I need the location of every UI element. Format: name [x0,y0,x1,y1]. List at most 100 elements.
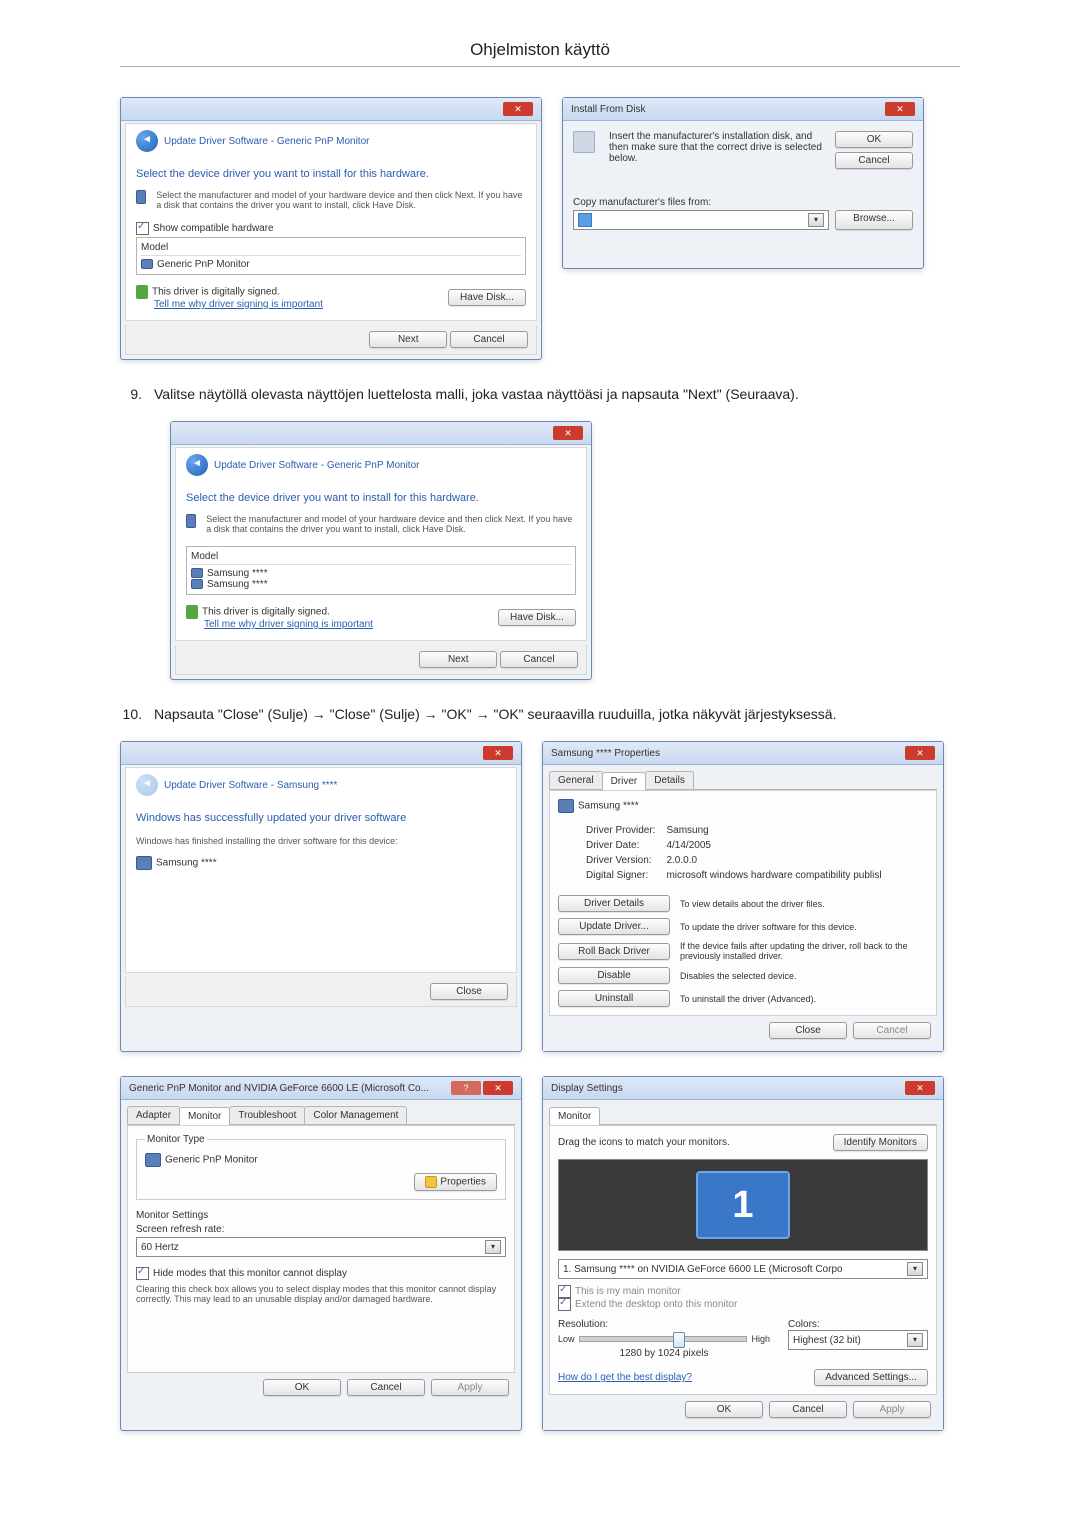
label: Driver Provider: [586,823,665,838]
chevron-down-icon[interactable]: ▾ [808,213,824,227]
close-button[interactable]: Close [769,1022,847,1039]
help-icon[interactable]: ? [451,1081,481,1095]
driver-properties-dialog: Samsung **** Properties✕ General Driver … [542,741,944,1052]
list-item[interactable]: Samsung **** [207,568,268,579]
install-from-disk-dialog: Install From Disk ✕ Insert the manufactur… [562,97,924,269]
identify-button[interactable]: Identify Monitors [833,1134,928,1151]
cancel-button[interactable]: Cancel [769,1401,847,1418]
advanced-button[interactable]: Advanced Settings... [814,1369,928,1386]
chevron-down-icon[interactable]: ▾ [907,1333,923,1347]
close-icon[interactable]: ✕ [503,102,533,116]
monitor-select[interactable]: 1. Samsung **** on NVIDIA GeForce 6600 L… [558,1259,928,1279]
cancel-button[interactable]: Cancel [500,651,578,668]
next-button[interactable]: Next [369,331,447,348]
signing-link[interactable]: Tell me why driver signing is important [154,299,323,310]
path-select[interactable]: ▾ [573,210,829,230]
step-number: 9. [120,384,142,405]
model-list[interactable]: Model Generic PnP Monitor [136,237,526,275]
next-button[interactable]: Next [419,651,497,668]
list-item[interactable]: Samsung **** [207,579,268,590]
extend-checkbox [558,1298,571,1311]
tab-details[interactable]: Details [645,771,694,789]
tab-adapter[interactable]: Adapter [127,1106,180,1124]
monitor-icon-1[interactable]: 1 [696,1171,790,1239]
install-instruction: Insert the manufacturer's installation d… [609,131,827,169]
back-icon[interactable] [136,130,158,152]
tab-color-management[interactable]: Color Management [304,1106,407,1124]
copy-label: Copy manufacturer's files from: [573,197,913,208]
slider-thumb[interactable] [673,1332,685,1348]
close-icon[interactable]: ✕ [483,746,513,760]
shield-icon [425,1176,437,1188]
tab-general[interactable]: General [549,771,603,789]
folder-icon [578,213,592,227]
chevron-down-icon[interactable]: ▾ [485,1240,501,1254]
main-monitor-label: This is my main monitor [575,1286,681,1297]
back-icon [136,774,158,796]
ok-button[interactable]: OK [685,1401,763,1418]
colors-label: Colors: [788,1319,928,1330]
hide-modes-checkbox[interactable] [136,1267,149,1280]
signing-link[interactable]: Tell me why driver signing is important [204,619,373,630]
ok-button[interactable]: OK [263,1379,341,1396]
close-icon[interactable]: ✕ [905,1081,935,1095]
close-icon[interactable]: ✕ [885,102,915,116]
monitor-icon [186,514,196,528]
apply-button: Apply [431,1379,509,1396]
update-driver-button[interactable]: Update Driver... [558,918,670,935]
update-driver-dialog-1: ✕ Update Driver Software - Generic PnP M… [120,97,542,360]
monitor-icon [136,856,152,870]
compatible-checkbox[interactable] [136,222,149,235]
breadcrumb: Update Driver Software - Generic PnP Mon… [214,460,419,471]
help-link[interactable]: How do I get the best display? [558,1372,692,1383]
list-item[interactable]: Generic PnP Monitor [157,259,250,270]
compatible-label: Show compatible hardware [153,223,274,234]
dialog-instruction: Select the manufacturer and model of you… [206,514,576,534]
properties-button[interactable]: Properties [414,1173,497,1191]
rollback-button[interactable]: Roll Back Driver [558,943,670,960]
tab-monitor[interactable]: Monitor [549,1107,600,1125]
cancel-button: Cancel [853,1022,931,1039]
colors-select[interactable]: Highest (32 bit)▾ [788,1330,928,1350]
chevron-down-icon[interactable]: ▾ [907,1262,923,1276]
value: Samsung [665,823,882,838]
dialog-title: Install From Disk [571,104,645,115]
close-icon[interactable]: ✕ [905,746,935,760]
ok-button[interactable]: OK [835,131,913,148]
model-list[interactable]: Model Samsung **** Samsung **** [186,546,576,595]
have-disk-button[interactable]: Have Disk... [448,289,526,306]
tab-troubleshoot[interactable]: Troubleshoot [229,1106,305,1124]
uninstall-button[interactable]: Uninstall [558,990,670,1007]
desc: Disables the selected device. [680,971,797,981]
close-icon[interactable]: ✕ [483,1081,513,1095]
tab-monitor[interactable]: Monitor [179,1107,230,1125]
back-icon[interactable] [186,454,208,476]
desc: If the device fails after updating the d… [680,941,928,961]
monitor-icon [141,259,153,269]
have-disk-button[interactable]: Have Disk... [498,609,576,626]
monitor-icon [145,1153,161,1167]
tab-driver[interactable]: Driver [602,772,647,790]
browse-button[interactable]: Browse... [835,210,913,230]
disable-button[interactable]: Disable [558,967,670,984]
cancel-button[interactable]: Cancel [347,1379,425,1396]
signed-text: This driver is digitally signed. [202,607,330,618]
monitor-preview[interactable]: 1 [558,1159,928,1251]
dialog-heading: Select the device driver you want to ins… [136,168,526,180]
disk-icon [573,131,595,153]
cancel-button[interactable]: Cancel [835,152,913,169]
breadcrumb: Update Driver Software - Generic PnP Mon… [164,136,369,147]
shield-icon [186,605,198,619]
slider-high: High [751,1334,770,1344]
cancel-button[interactable]: Cancel [450,331,528,348]
value: 4/14/2005 [665,838,882,853]
close-icon[interactable]: ✕ [553,426,583,440]
refresh-select[interactable]: 60 Hertz▾ [136,1237,506,1257]
label: Driver Date: [586,838,665,853]
monitor-icon [191,568,203,578]
resolution-slider[interactable] [579,1336,748,1342]
close-button[interactable]: Close [430,983,508,1000]
driver-details-button[interactable]: Driver Details [558,895,670,912]
update-driver-dialog-2: ✕ Update Driver Software - Generic PnP M… [170,421,592,680]
monitor-icon [136,190,146,204]
